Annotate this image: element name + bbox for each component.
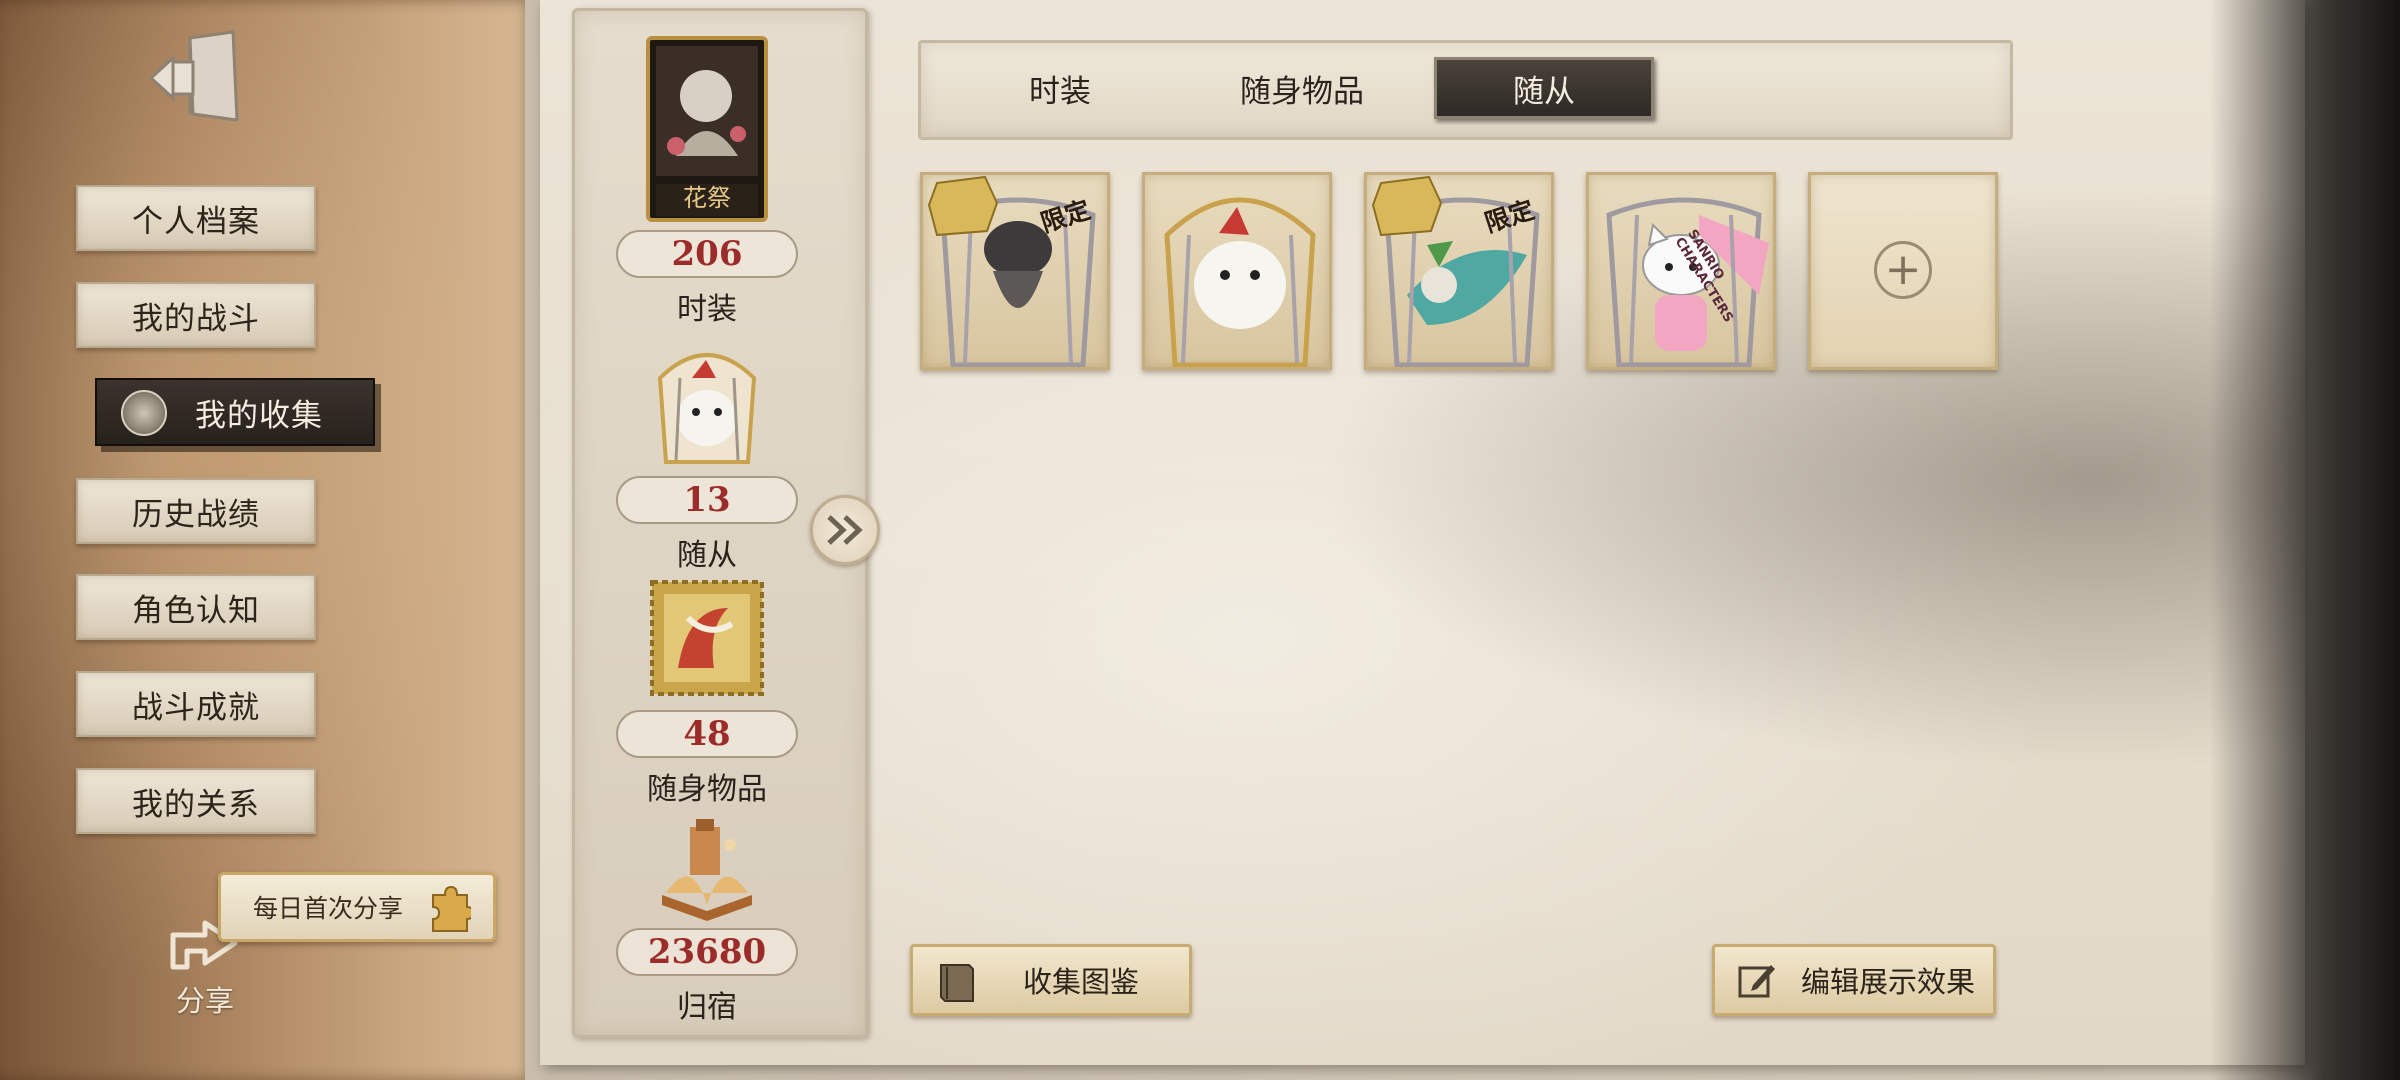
add-symbol: + [1884, 244, 1922, 295]
book-icon [940, 964, 974, 1002]
stamp-icon[interactable] [648, 578, 766, 698]
expand-arrow-button[interactable] [810, 495, 880, 565]
add-pet-slot[interactable]: + [1808, 172, 1998, 370]
home-book-icon[interactable] [652, 815, 762, 925]
limited-badge-icon [927, 175, 999, 237]
nav-my-relationships[interactable]: 我的关系 [76, 768, 316, 834]
nav-label: 我的关系 [132, 786, 260, 823]
tab-label: 随从 [1513, 73, 1575, 110]
nav-label: 角色认知 [132, 592, 260, 629]
tab-accessories[interactable]: 随身物品 [1192, 57, 1412, 119]
pet-card[interactable] [1142, 172, 1332, 370]
stat-accessories-label: 随身物品 [647, 772, 767, 807]
share-label: 分享 [175, 984, 234, 1018]
nav-my-battles[interactable]: 我的战斗 [76, 282, 316, 348]
edit-display-label: 编辑展示效果 [1801, 965, 1976, 999]
stat-costumes-label: 时装 [677, 292, 737, 327]
stat-home-count: 23680 [616, 928, 798, 976]
nav-label: 个人档案 [132, 203, 260, 240]
hello-kitty-icon [1606, 197, 1769, 367]
stat-pets-count: 13 [616, 476, 798, 524]
nav-label: 战斗成就 [132, 689, 260, 726]
nav-history-records[interactable]: 历史战绩 [76, 478, 316, 544]
collection-emblem-icon [121, 390, 167, 436]
stat-home-label: 归宿 [677, 990, 737, 1025]
limited-badge-icon [1371, 175, 1443, 237]
nav-battle-achievements[interactable]: 战斗成就 [76, 671, 316, 737]
stat-value: 206 [671, 234, 743, 274]
stat-pets-label: 随从 [677, 538, 737, 573]
stat-value: 48 [683, 714, 731, 754]
codex-label: 收集图鉴 [1023, 965, 1140, 999]
nav-label: 我的收集 [195, 397, 323, 434]
double-chevron-right-icon [827, 515, 863, 545]
tab-pets[interactable]: 随从 [1434, 57, 1654, 119]
share-bubble-text: 每日首次分享 [253, 894, 404, 923]
daily-share-bubble[interactable]: 每日首次分享 [218, 872, 496, 942]
tab-costumes[interactable]: 时装 [950, 57, 1170, 119]
portrait-caption: 花祭 [683, 184, 731, 212]
stat-value: 23680 [647, 932, 767, 972]
puzzle-icon [432, 885, 471, 932]
nav-character-mastery[interactable]: 角色认知 [76, 574, 316, 640]
stat-accessories-count: 48 [616, 710, 798, 758]
pet-cage-icon[interactable] [646, 338, 768, 466]
edit-icon [1738, 965, 1775, 998]
exit-icon[interactable] [145, 28, 245, 128]
right-edge-shadow [2210, 0, 2400, 1080]
pet-card[interactable]: 限定 [1364, 172, 1554, 370]
pet-card[interactable]: 限定 [920, 172, 1110, 370]
pet-card[interactable]: SANRIO CHARACTERS [1586, 172, 1776, 370]
nav-my-collection[interactable]: 我的收集 [95, 378, 375, 446]
edit-display-button[interactable]: 编辑展示效果 [1712, 944, 1996, 1016]
collection-codex-button[interactable]: 收集图鉴 [910, 944, 1192, 1016]
tab-label: 时装 [1029, 73, 1091, 110]
nav-label: 历史战绩 [132, 496, 260, 533]
nav-profile[interactable]: 个人档案 [76, 185, 316, 251]
nav-label: 我的战斗 [132, 300, 260, 337]
white-fox-icon [1164, 197, 1316, 367]
stat-value: 13 [683, 480, 731, 520]
stat-costumes-count: 206 [616, 230, 798, 278]
add-icon: + [1874, 241, 1932, 299]
tab-label: 随身物品 [1240, 73, 1364, 110]
